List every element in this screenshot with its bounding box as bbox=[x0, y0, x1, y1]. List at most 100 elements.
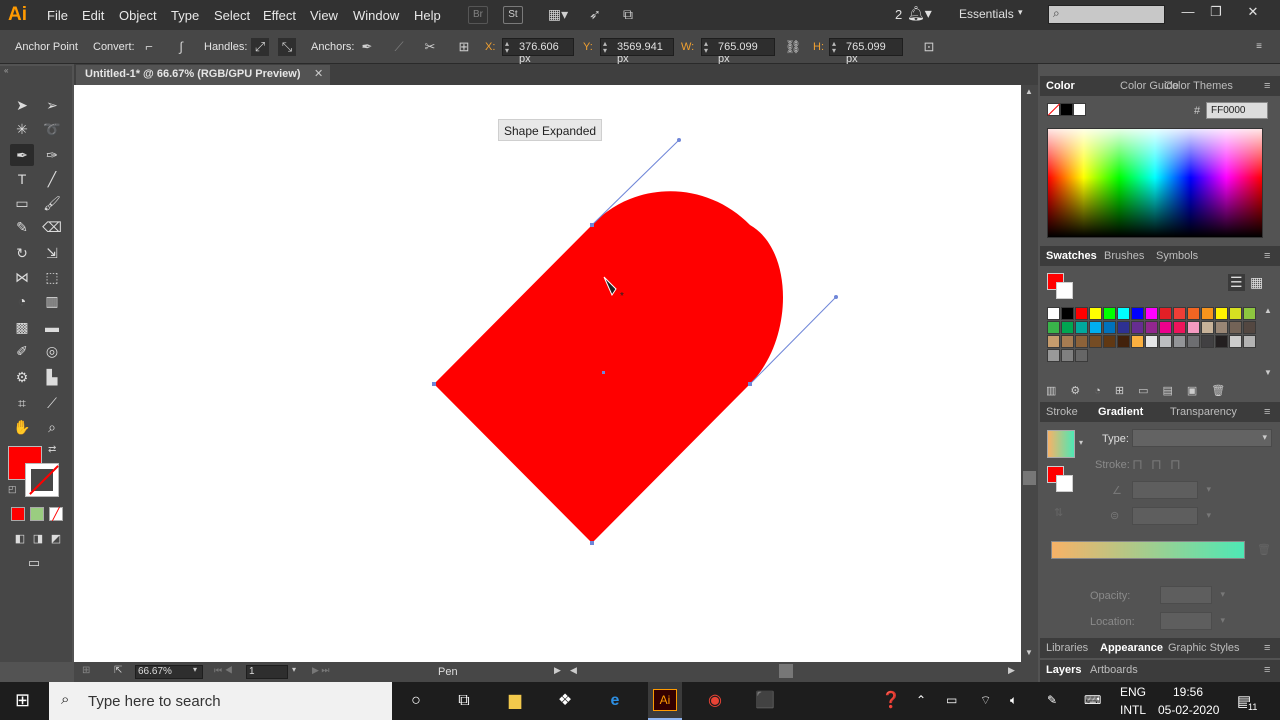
clock-time[interactable]: 19:56 bbox=[1173, 685, 1203, 699]
stock-icon[interactable]: St bbox=[503, 6, 523, 24]
panel-menu-icon[interactable]: ≡ bbox=[1264, 664, 1270, 676]
panel-menu-icon[interactable]: ≡ bbox=[1264, 250, 1270, 262]
first-artboard-icon[interactable]: ⏮ ◀ bbox=[214, 665, 233, 676]
menu-help[interactable]: Help bbox=[414, 8, 441, 23]
cortana-icon[interactable]: ○ bbox=[403, 689, 429, 713]
active-stroke-swatch[interactable] bbox=[1056, 282, 1073, 299]
swatch-chip[interactable] bbox=[1047, 335, 1060, 348]
swatch-chip[interactable] bbox=[1201, 335, 1214, 348]
remove-anchor-icon[interactable]: ✒ bbox=[358, 38, 376, 56]
cut-path-icon[interactable]: ✂ bbox=[421, 38, 439, 56]
collapse-icon[interactable]: « bbox=[4, 66, 8, 75]
grid-view-icon[interactable]: ▦ bbox=[1250, 274, 1263, 291]
h-field[interactable]: ▴ ▾ 765.099 px bbox=[829, 38, 903, 65]
rectangle-tool-icon[interactable]: ▭ bbox=[10, 192, 34, 214]
acrobat-icon[interactable]: ⬛ bbox=[752, 689, 778, 713]
swatch-chip[interactable] bbox=[1103, 321, 1116, 334]
menu-edit[interactable]: Edit bbox=[82, 8, 104, 23]
zoom-dropdown-icon[interactable]: ▾ bbox=[193, 665, 197, 674]
menu-view[interactable]: View bbox=[310, 8, 338, 23]
default-colors-icon[interactable]: ◰ bbox=[8, 484, 17, 495]
panel-menu-icon[interactable]: ≡ bbox=[1264, 80, 1270, 92]
panel-menu-icon[interactable]: ≡ bbox=[1250, 38, 1268, 56]
keyboard-layout[interactable]: INTL bbox=[1120, 703, 1146, 717]
tab-libraries[interactable]: Libraries bbox=[1046, 642, 1088, 654]
swatch-chip[interactable] bbox=[1159, 321, 1172, 334]
convert-corner-icon[interactable]: ⌐ bbox=[140, 38, 158, 56]
stroke-gradient-options-icons[interactable]: ⊓⊓⊓ bbox=[1132, 456, 1204, 474]
type-tool-icon[interactable]: T bbox=[10, 168, 34, 190]
tab-layers[interactable]: Layers bbox=[1046, 664, 1081, 676]
swap-colors-icon[interactable]: ⇄ bbox=[48, 444, 56, 455]
menu-file[interactable]: File bbox=[47, 8, 68, 23]
swatch-chip[interactable] bbox=[1075, 335, 1088, 348]
pen-tool-icon[interactable]: ✒ bbox=[10, 144, 34, 166]
swatch-scroll-up-icon[interactable]: ▲ bbox=[1264, 306, 1272, 315]
swatch-chip[interactable] bbox=[1131, 307, 1144, 320]
tab-brushes[interactable]: Brushes bbox=[1104, 250, 1144, 262]
swatch-chip[interactable] bbox=[1173, 321, 1186, 334]
tab-stroke[interactable]: Stroke bbox=[1046, 406, 1078, 418]
red-expanded-shape[interactable] bbox=[434, 191, 783, 543]
gpu-performance-icon[interactable]: ➶ bbox=[585, 6, 605, 24]
show-hidden-icons[interactable]: ⌃ bbox=[916, 693, 926, 707]
panel-menu-icon[interactable]: ≡ bbox=[1264, 642, 1270, 654]
color-spectrum[interactable] bbox=[1047, 128, 1263, 238]
hide-handles-icon[interactable]: ⤡ bbox=[278, 38, 296, 56]
swatch-chip[interactable] bbox=[1187, 335, 1200, 348]
document-tab[interactable]: Untitled-1* @ 66.67% (RGB/GPU Preview) ✕ bbox=[76, 65, 330, 85]
swatch-chip[interactable] bbox=[1089, 321, 1102, 334]
swatch-chip[interactable] bbox=[1201, 321, 1214, 334]
swatch-chip[interactable] bbox=[1173, 335, 1186, 348]
menu-window[interactable]: Window bbox=[353, 8, 399, 23]
menu-select[interactable]: Select bbox=[214, 8, 250, 23]
tab-color-themes[interactable]: Color Themes bbox=[1164, 80, 1233, 92]
restore-icon[interactable]: ❐ bbox=[1206, 4, 1226, 24]
show-handles-icon[interactable]: ⤢ bbox=[251, 38, 269, 56]
pen-workspace-icon[interactable]: ✎ bbox=[1047, 693, 1057, 707]
tab-symbols[interactable]: Symbols bbox=[1156, 250, 1198, 262]
convert-smooth-icon[interactable]: ∫ bbox=[172, 38, 190, 56]
gradient-slider[interactable] bbox=[1051, 541, 1245, 559]
file-explorer-icon[interactable]: ▆ bbox=[502, 689, 528, 713]
swatch-chip[interactable] bbox=[1061, 321, 1074, 334]
y-field[interactable]: ▴ ▾ 3569.941 px bbox=[600, 38, 674, 65]
windows-start-icon[interactable]: ⊞ bbox=[15, 690, 30, 711]
zoom-tool-icon[interactable]: ⌕ bbox=[40, 416, 64, 438]
swatch-chip[interactable] bbox=[1229, 307, 1242, 320]
reverse-gradient-icon[interactable]: ⇅ bbox=[1054, 506, 1063, 519]
swatch-chip[interactable] bbox=[1103, 335, 1116, 348]
gradient-dropdown-icon[interactable]: ▾ bbox=[1079, 438, 1083, 447]
battery-icon[interactable]: ▭ bbox=[946, 693, 957, 707]
bell-icon[interactable]: 🔔︎▾ bbox=[907, 5, 932, 22]
swatch-chip[interactable] bbox=[1075, 307, 1088, 320]
tab-gradient[interactable]: Gradient bbox=[1098, 406, 1143, 418]
width-tool-icon[interactable]: ⋈ bbox=[10, 266, 34, 288]
sync-settings-icon[interactable]: ⧉ bbox=[618, 6, 638, 24]
location-field[interactable]: ▾ bbox=[1160, 612, 1225, 630]
swatch-chip[interactable] bbox=[1103, 307, 1116, 320]
swatch-chip[interactable] bbox=[1159, 307, 1172, 320]
hand-tool-icon[interactable]: ✋ bbox=[10, 416, 34, 438]
gradient-mode-icon[interactable] bbox=[30, 507, 44, 521]
swatch-chip[interactable] bbox=[1131, 321, 1144, 334]
volume-icon[interactable]: 🔈︎ bbox=[1010, 693, 1017, 708]
close-icon[interactable]: ✕ bbox=[1243, 4, 1263, 24]
edge-icon[interactable]: e bbox=[602, 689, 628, 713]
swatch-chip[interactable] bbox=[1187, 307, 1200, 320]
gradient-tool-icon[interactable]: ▬ bbox=[40, 316, 64, 338]
artboard-nav-icon[interactable]: ⊞ bbox=[82, 665, 90, 676]
color-mode-icon[interactable] bbox=[11, 507, 25, 521]
task-view-icon[interactable]: ⧉ bbox=[451, 689, 477, 713]
mesh-tool-icon[interactable]: ▩ bbox=[10, 316, 34, 338]
hex-color-input[interactable]: FF0000 bbox=[1206, 102, 1268, 119]
swatch-chip[interactable] bbox=[1201, 307, 1214, 320]
angle-field[interactable]: ▾ bbox=[1132, 481, 1211, 499]
eraser-tool-icon[interactable]: ⌫ bbox=[40, 216, 64, 238]
free-transform-tool-icon[interactable]: ⬚ bbox=[40, 266, 64, 288]
scroll-right-icon[interactable]: ▶ bbox=[1008, 665, 1015, 676]
tab-swatches[interactable]: Swatches bbox=[1046, 250, 1097, 262]
bezier-handle-point[interactable] bbox=[834, 295, 838, 299]
illustrator-taskbar-icon[interactable]: Ai bbox=[648, 682, 682, 720]
swatch-chip[interactable] bbox=[1131, 335, 1144, 348]
